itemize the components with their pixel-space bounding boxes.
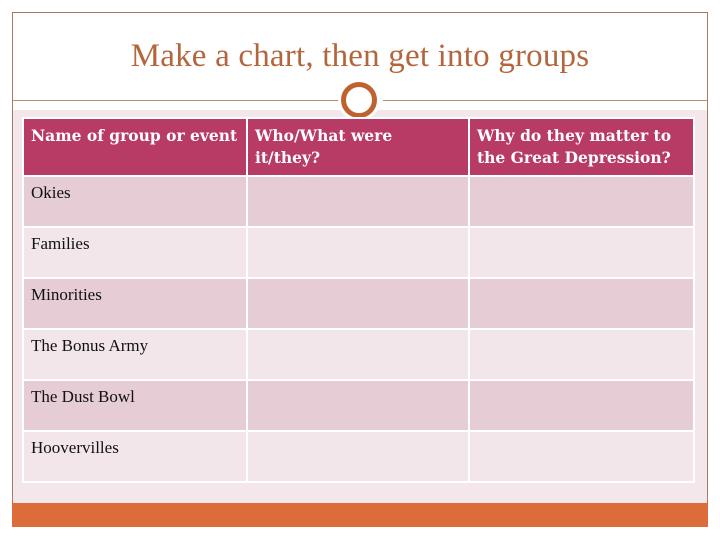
cell-name[interactable]: The Dust Bowl	[24, 381, 246, 430]
cell-why[interactable]	[470, 381, 693, 430]
table-row: Minorities	[24, 279, 693, 328]
cell-why[interactable]	[470, 228, 693, 277]
table-row: Okies	[24, 177, 693, 226]
table-row: The Bonus Army	[24, 330, 693, 379]
slide-title: Make a chart, then get into groups	[130, 38, 590, 74]
cell-why[interactable]	[470, 177, 693, 226]
cell-name[interactable]: The Bonus Army	[24, 330, 246, 379]
header-why-matter: Why do they matter to the Great Depressi…	[470, 119, 693, 175]
cell-name[interactable]: Minorities	[24, 279, 246, 328]
cell-who[interactable]	[248, 228, 468, 277]
table-row: Families	[24, 228, 693, 277]
cell-name[interactable]: Families	[24, 228, 246, 277]
table-row: The Dust Bowl	[24, 381, 693, 430]
cell-name[interactable]: Hoovervilles	[24, 432, 246, 481]
cell-why[interactable]	[470, 279, 693, 328]
header-who-what: Who/What were it/they?	[248, 119, 468, 175]
cell-who[interactable]	[248, 279, 468, 328]
cell-why[interactable]	[470, 432, 693, 481]
cell-who[interactable]	[248, 432, 468, 481]
header-name-of-group: Name of group or event	[24, 119, 246, 175]
ring-icon	[341, 82, 377, 118]
group-chart-table: Name of group or event Who/What were it/…	[22, 117, 695, 483]
title-divider-left	[13, 100, 341, 101]
cell-name[interactable]: Okies	[24, 177, 246, 226]
footer-accent-bar	[12, 503, 708, 527]
table-header-row: Name of group or event Who/What were it/…	[24, 119, 693, 175]
cell-who[interactable]	[248, 381, 468, 430]
cell-who[interactable]	[248, 177, 468, 226]
cell-who[interactable]	[248, 330, 468, 379]
cell-why[interactable]	[470, 330, 693, 379]
table-row: Hoovervilles	[24, 432, 693, 481]
title-divider-right	[383, 100, 707, 101]
